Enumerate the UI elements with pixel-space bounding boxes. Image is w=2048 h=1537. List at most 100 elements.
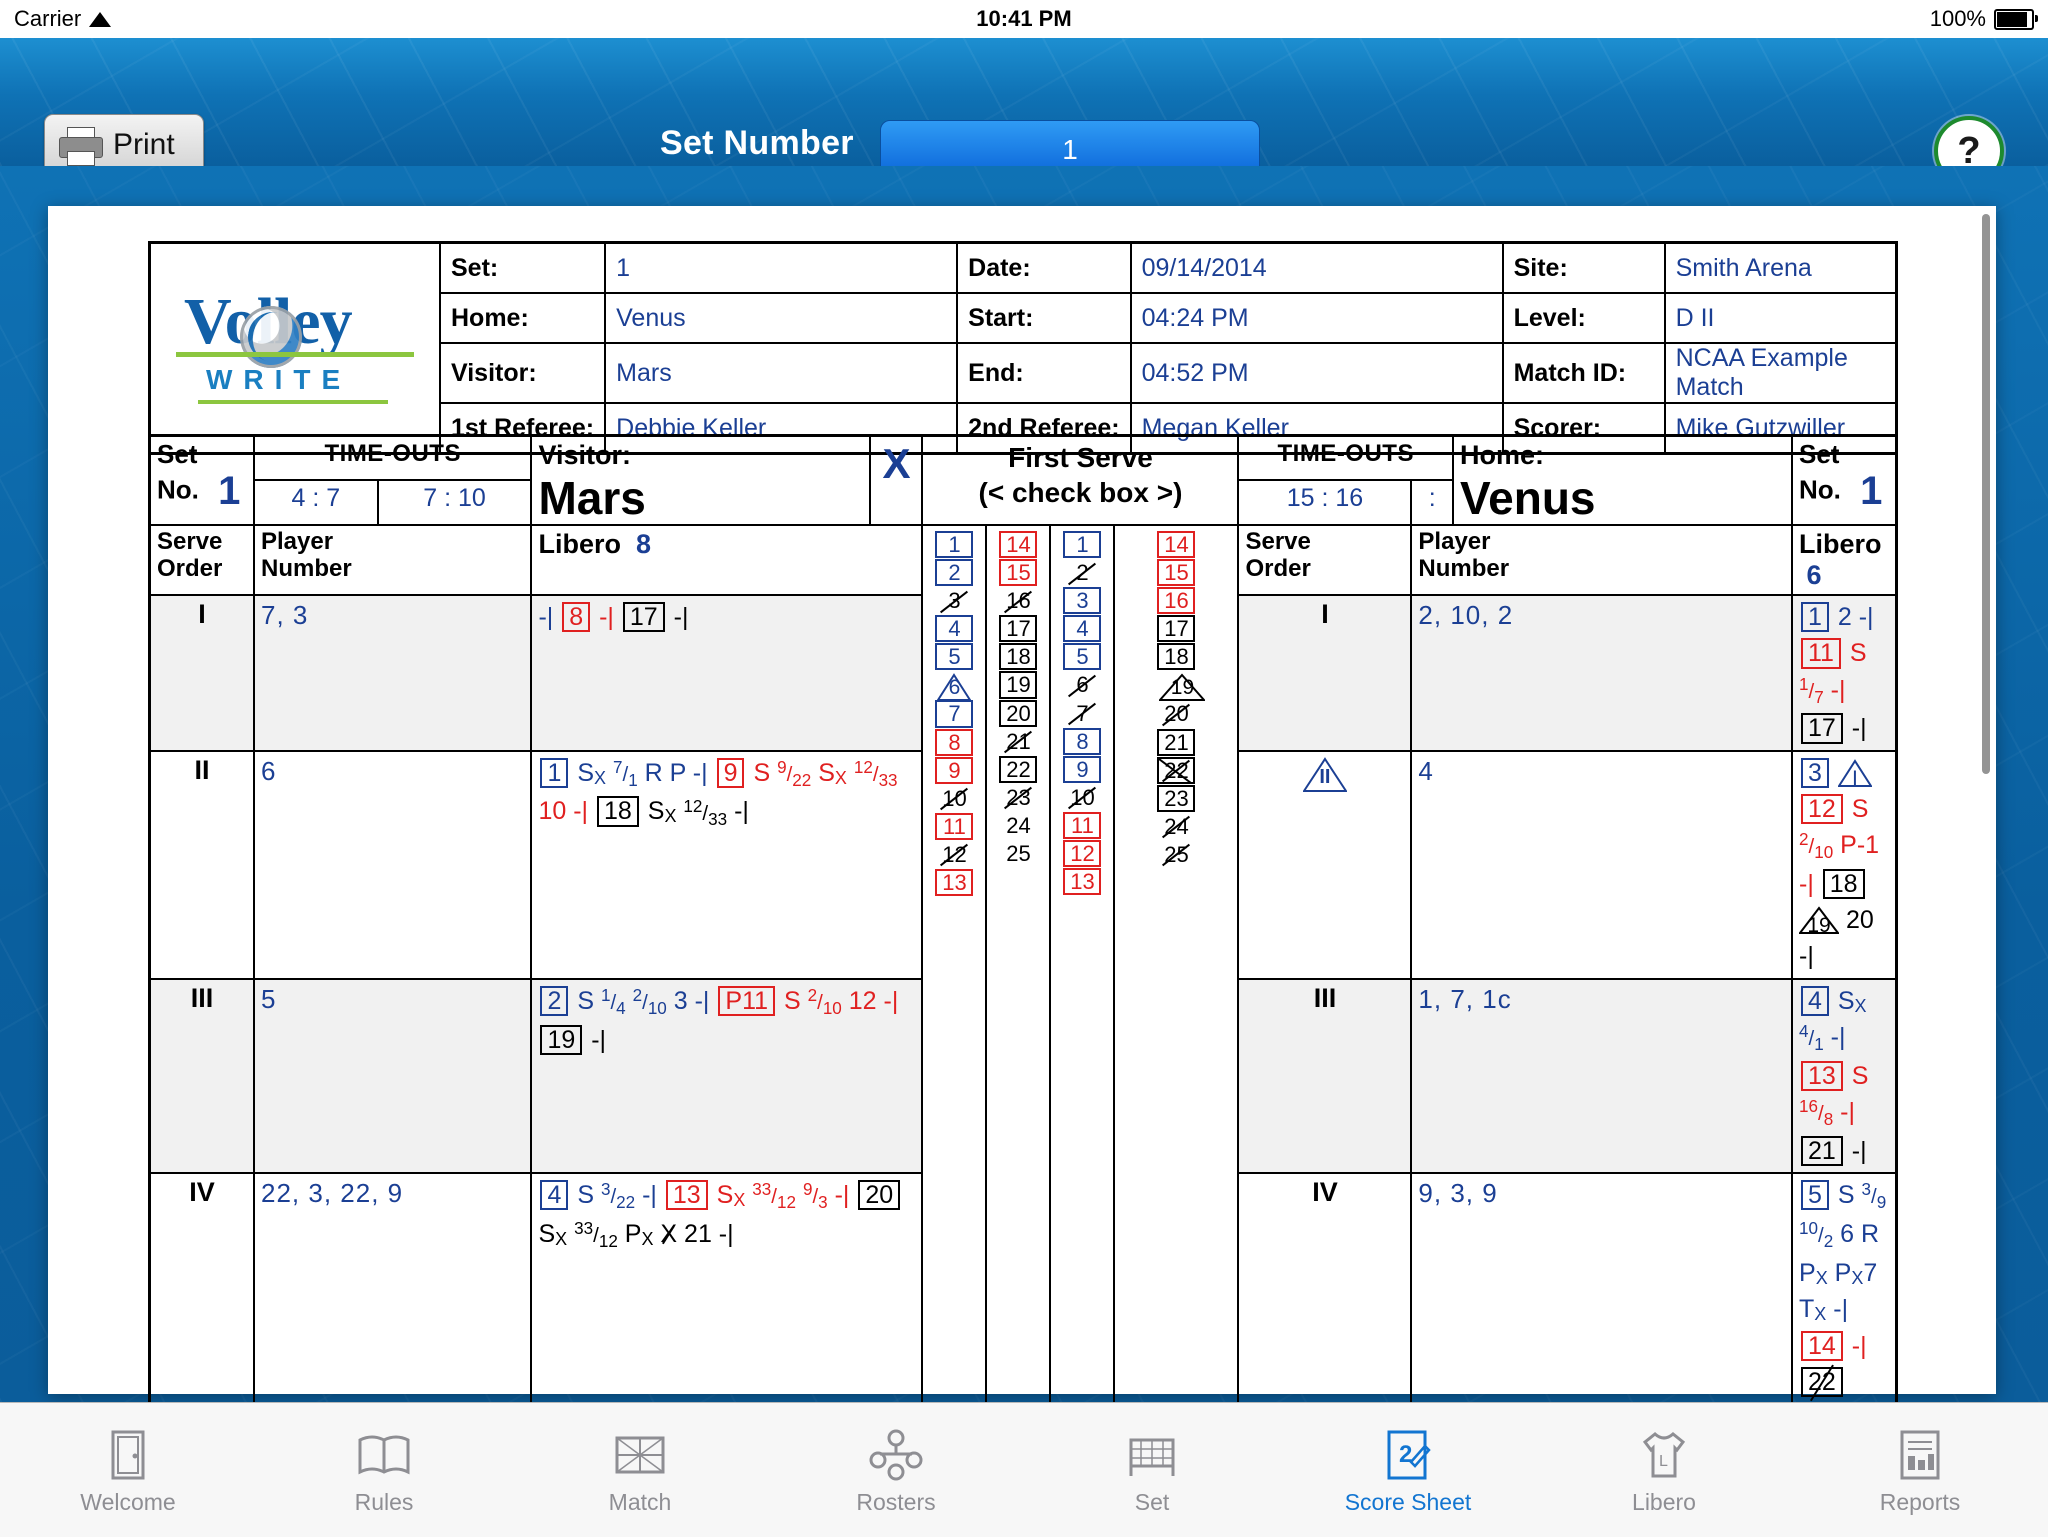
home-rally-notation-4[interactable]: 5 S 3/9 10/2 6 R PX PX7 TX -| 14 -| 22 2… bbox=[1791, 1172, 1898, 1402]
score-box[interactable]: 22 bbox=[999, 755, 1038, 783]
tab-welcome[interactable]: Welcome bbox=[0, 1426, 256, 1514]
home-timeout-1[interactable]: 15 : 16 bbox=[1237, 478, 1413, 527]
score-box[interactable]: 17 bbox=[1157, 615, 1196, 643]
score-box[interactable]: 4 bbox=[1063, 615, 1102, 643]
score-box[interactable]: 7 bbox=[935, 700, 974, 728]
visitor-players-3[interactable]: 5 bbox=[252, 977, 533, 1175]
score-box[interactable]: 22 bbox=[1157, 756, 1196, 784]
score-box[interactable]: 16 bbox=[1157, 587, 1196, 615]
score-box[interactable]: 13 bbox=[1063, 868, 1102, 896]
score-box[interactable]: 13 bbox=[935, 869, 974, 897]
score-box[interactable]: 25 bbox=[999, 840, 1037, 867]
visitor-players-2[interactable]: 6 bbox=[252, 749, 533, 980]
tab-set[interactable]: Set bbox=[1024, 1426, 1280, 1514]
serve-order-line1: Serve bbox=[1245, 528, 1311, 555]
tab-score-sheet[interactable]: 2 Score Sheet bbox=[1280, 1426, 1536, 1514]
score-box[interactable]: 15 bbox=[999, 559, 1038, 587]
home-players-2[interactable]: 4 bbox=[1410, 749, 1793, 980]
visitor-set-no-cell: Set No. 1 bbox=[148, 434, 255, 526]
print-button[interactable]: Print bbox=[44, 114, 204, 166]
home-rally-notation-1[interactable]: 1 2 -| 11 S 1/7 -| 17 -| bbox=[1791, 594, 1898, 752]
score-box[interactable]: 21 bbox=[999, 728, 1037, 755]
court-icon bbox=[611, 1426, 669, 1484]
home-value[interactable]: Venus bbox=[604, 292, 959, 344]
start-value[interactable]: 04:24 PM bbox=[1129, 292, 1504, 344]
score-box[interactable]: 2 bbox=[935, 559, 974, 587]
score-box[interactable]: 15 bbox=[1157, 559, 1196, 587]
score-box[interactable]: 23 bbox=[1157, 784, 1196, 812]
score-box[interactable]: 2 bbox=[1063, 559, 1101, 586]
home-team-label: Home: bbox=[1460, 440, 1545, 470]
visitor-rally-notation-2[interactable]: 1 SX 7/1 R P -| 9 S 9/22 SX 12/33 10 -| … bbox=[530, 749, 924, 980]
date-value[interactable]: 09/14/2014 bbox=[1129, 241, 1504, 294]
home-players-4[interactable]: 9, 3, 9 bbox=[1410, 1172, 1793, 1402]
visitor-players-4[interactable]: 22, 3, 22, 9 bbox=[252, 1172, 533, 1402]
score-box[interactable]: 5 bbox=[1063, 643, 1102, 671]
score-box[interactable]: 14 bbox=[999, 531, 1038, 559]
site-value[interactable]: Smith Arena bbox=[1663, 241, 1898, 294]
score-box[interactable]: 6 bbox=[937, 671, 972, 702]
visitor-timeout-1[interactable]: 4 : 7 bbox=[253, 478, 379, 527]
visitor-players-1[interactable]: 7, 3 bbox=[252, 594, 533, 752]
score-box[interactable]: 10 bbox=[1063, 784, 1101, 811]
tab-rosters[interactable]: Rosters bbox=[768, 1426, 1024, 1514]
tab-rules[interactable]: Rules bbox=[256, 1426, 512, 1514]
score-box[interactable]: 19 bbox=[999, 671, 1038, 699]
home-players-1[interactable]: 2, 10, 2 bbox=[1410, 594, 1793, 752]
home-timeout-2[interactable]: : bbox=[1410, 478, 1454, 527]
score-box[interactable]: 10 bbox=[935, 785, 973, 812]
visitor-first-serve-checkbox[interactable]: X bbox=[869, 434, 924, 526]
vertical-scrollbar[interactable] bbox=[1982, 214, 1990, 1384]
score-box[interactable]: 14 bbox=[1157, 531, 1196, 559]
level-value[interactable]: D II bbox=[1663, 292, 1898, 344]
tab-reports[interactable]: Reports bbox=[1792, 1426, 2048, 1514]
home-rally-notation-2[interactable]: 3 I 12 S 2/10 P-1 -| 18 19 20 -| bbox=[1791, 749, 1898, 980]
set-number-selector[interactable]: 1 bbox=[880, 120, 1260, 166]
score-box[interactable]: 9 bbox=[935, 756, 974, 784]
end-value[interactable]: 04:52 PM bbox=[1129, 342, 1504, 404]
visitor-rally-notation-3[interactable]: 2 S 1/4 2/10 3 -| P11 S 2/10 12 -| 19 -| bbox=[530, 977, 924, 1175]
set-value[interactable]: 1 bbox=[604, 241, 959, 294]
score-box[interactable]: 17 bbox=[999, 615, 1038, 643]
score-box[interactable]: 11 bbox=[935, 812, 974, 840]
score-box[interactable]: 1 bbox=[1063, 531, 1102, 559]
tab-match[interactable]: Match bbox=[512, 1426, 768, 1514]
match-id-value[interactable]: NCAA Example Match bbox=[1663, 342, 1898, 404]
score-box[interactable]: 7 bbox=[1063, 700, 1101, 727]
visitor-rally-notation-4[interactable]: 4 S 3/22 -| 13 SX 33/12 9/3 -| 20 SX 33/… bbox=[530, 1172, 924, 1402]
score-box[interactable]: 18 bbox=[999, 643, 1038, 671]
home-score-column-left[interactable]: 1 2 3 4 5 6 7 8 9 10 11 12 13 bbox=[1049, 524, 1116, 1402]
scrollbar-thumb[interactable] bbox=[1982, 214, 1990, 774]
visitor-rally-notation-1[interactable]: -| 8 -| 17 -| bbox=[530, 594, 924, 752]
home-score-column-right[interactable]: 14 15 16 17 18 19 20 21 22 23 24 25 bbox=[1113, 524, 1240, 1402]
score-box[interactable]: 20 bbox=[1157, 700, 1195, 727]
visitor-value[interactable]: Mars bbox=[604, 342, 959, 404]
score-box[interactable]: 24 bbox=[1157, 813, 1195, 840]
score-box[interactable]: 11 bbox=[1063, 811, 1102, 840]
score-box[interactable]: 25 bbox=[1157, 841, 1195, 868]
score-box[interactable]: 3 bbox=[935, 587, 973, 614]
score-box[interactable]: 6 bbox=[1063, 671, 1101, 698]
score-box[interactable]: 5 bbox=[935, 643, 974, 671]
score-box[interactable]: 12 bbox=[935, 841, 973, 868]
score-box[interactable]: 8 bbox=[1063, 727, 1102, 755]
score-box[interactable]: 19 bbox=[1159, 671, 1206, 702]
score-box[interactable]: 21 bbox=[1157, 728, 1196, 756]
tab-libero[interactable]: L Libero bbox=[1536, 1426, 1792, 1514]
score-box[interactable]: 23 bbox=[999, 784, 1037, 811]
score-box[interactable]: 18 bbox=[1157, 643, 1196, 671]
score-box[interactable]: 1 bbox=[935, 531, 974, 559]
score-box[interactable]: 3 bbox=[1063, 587, 1102, 615]
score-box[interactable]: 8 bbox=[935, 728, 974, 756]
score-box[interactable]: 4 bbox=[935, 615, 974, 643]
visitor-timeout-2[interactable]: 7 : 10 bbox=[376, 478, 533, 527]
score-box[interactable]: 20 bbox=[999, 699, 1038, 727]
visitor-score-column-right[interactable]: 14 15 16 17 18 19 20 21 22 23 24 25 bbox=[985, 524, 1052, 1402]
score-box[interactable]: 24 bbox=[999, 812, 1037, 839]
home-players-3[interactable]: 1, 7, 1c bbox=[1410, 977, 1793, 1175]
score-box[interactable]: 9 bbox=[1063, 755, 1102, 783]
score-box[interactable]: 16 bbox=[999, 587, 1037, 614]
home-rally-notation-3[interactable]: 4 SX 4/1 -| 13 S 16/8 -| 21 -| bbox=[1791, 977, 1898, 1175]
visitor-score-column-left[interactable]: 1 2 3 4 5 6 7 8 9 10 11 12 13 bbox=[921, 524, 988, 1402]
score-box[interactable]: 12 bbox=[1063, 840, 1102, 868]
